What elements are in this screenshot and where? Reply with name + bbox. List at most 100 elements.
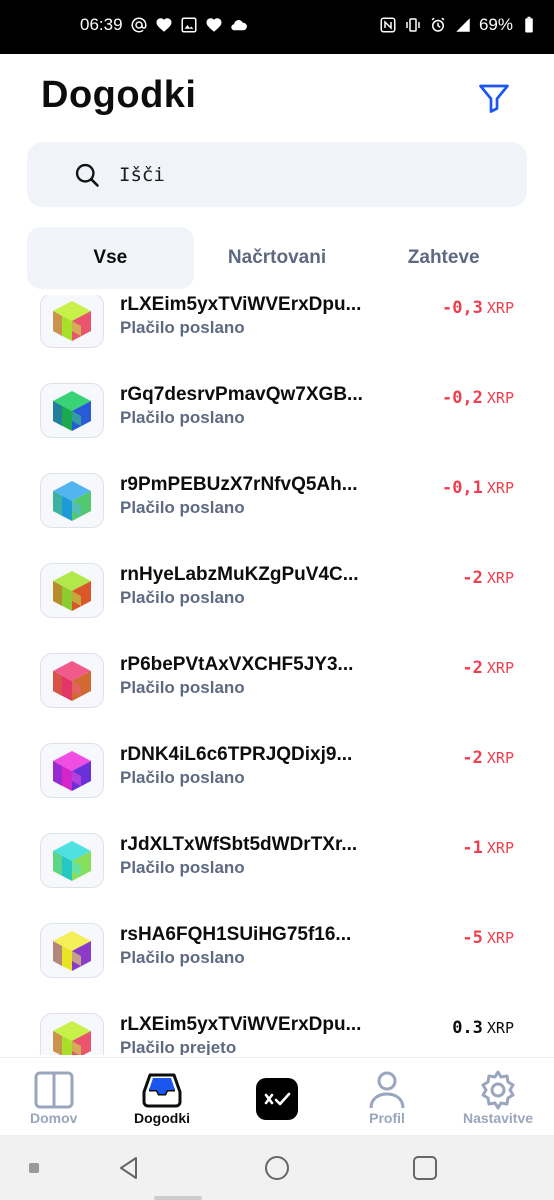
event-address: rLXEim5yxTViWVErxDpu... [120,295,362,315]
event-type: Plačilo poslano [120,858,245,877]
event-type: Plačilo poslano [120,498,245,517]
page-title: Dogodki [41,74,197,116]
gear-icon [481,1070,515,1110]
home-button-icon[interactable] [264,1155,290,1181]
nav-settings-label: Nastavitve [463,1110,534,1126]
list-item[interactable]: rLXEim5yxTViWVErxDpu... Plačilo prejeto … [0,995,554,1055]
status-time: 06:39 [80,15,123,34]
avatar [40,923,104,978]
amount-value: -2 [462,658,483,678]
event-type: Plačilo poslano [120,948,245,967]
event-list[interactable]: rLXEim5yxTViWVErxDpu... Plačilo poslano … [0,295,554,1055]
amount-value: -5 [462,928,483,948]
search-input[interactable] [119,160,499,190]
tab-all[interactable]: Vse [27,227,194,289]
amount-value: 0.3 [452,1018,483,1038]
list-item[interactable]: rsHA6FQH1SUiHG75f16... Plačilo poslano -… [0,905,554,995]
amount-value: -1 [462,838,483,858]
xapp-button[interactable] [256,1078,298,1120]
system-nav-bar [0,1135,554,1200]
hashicon-icon [53,930,91,971]
nav-events[interactable]: Dogodki [134,1070,190,1126]
event-address: rLXEim5yxTViWVErxDpu... [120,1014,362,1035]
list-item[interactable]: rLXEim5yxTViWVErxDpu... Plačilo poslano … [0,295,554,365]
avatar [40,743,104,798]
search-box[interactable] [27,142,527,207]
tab-scheduled[interactable]: Načrtovani [194,227,361,289]
event-address: rP6bePVtAxVXCHF5JY3... [120,654,354,675]
event-address: rsHA6FQH1SUiHG75f16... [120,924,352,945]
search-icon [73,161,101,189]
hashicon-icon [53,390,91,431]
hashicon-icon [53,750,91,791]
battery-level: 69% [478,15,513,34]
avatar [40,653,104,708]
nav-home[interactable]: Domov [30,1070,77,1126]
avatar [40,833,104,888]
amount-value: -0,2 [441,388,483,408]
avatar [40,383,104,438]
overview-icon[interactable] [412,1155,438,1181]
status-left: 06:39 [80,15,248,35]
amount-currency: XRP [486,569,514,587]
tab-bar: Vse Načrtovani Zahteve [27,227,527,289]
tab-requests[interactable]: Zahteve [360,227,527,289]
hashicon-icon [53,570,91,611]
profile-icon [369,1071,405,1109]
event-address: rJdXLTxWfSbt5dWDrTXr... [120,834,358,855]
battery-icon [520,16,538,34]
list-item[interactable]: rDNK4iL6c6TPRJQDixj9... Plačilo poslano … [0,725,554,815]
avatar [40,473,104,528]
amount-currency: XRP [486,299,514,317]
amount-currency: XRP [486,389,514,407]
event-type: Plačilo poslano [120,408,245,427]
hashicon-icon [53,300,91,341]
event-amount: -0,1 XRP [442,478,514,498]
list-item[interactable]: rP6bePVtAxVXCHF5JY3... Plačilo poslano -… [0,635,554,725]
event-amount: -2 XRP [462,568,514,588]
event-type: Plačilo poslano [120,588,245,607]
nav-profile-label: Profil [369,1110,405,1126]
list-item[interactable]: rJdXLTxWfSbt5dWDrTXr... Plačilo poslano … [0,815,554,905]
amount-currency: XRP [486,479,514,497]
heart-icon [205,16,223,34]
event-amount: -0,3 XRP [442,298,514,318]
cloud-icon [230,16,248,34]
event-address: rnHyeLabzMuKZgPuV4C... [120,564,359,585]
filter-button[interactable] [474,78,514,118]
nfc-icon [379,16,397,34]
heart-icon [155,16,173,34]
event-address: rDNK4iL6c6TPRJQDixj9... [120,744,353,765]
amount-currency: XRP [486,1019,514,1037]
back-icon[interactable] [116,1155,142,1181]
event-amount: -2 XRP [462,748,514,768]
hashicon-icon [53,480,91,521]
list-item[interactable]: r9PmPEBUzX7rNfvQ5Ah... Plačilo poslano -… [0,455,554,545]
event-amount: -5 XRP [462,928,514,948]
amount-currency: XRP [486,929,514,947]
alarm-icon [429,16,447,34]
bottom-nav: Domov Dogodki Profil Nastavitve [0,1057,554,1135]
event-amount: -0,2 XRP [442,388,514,408]
event-amount: -2 XRP [462,658,514,678]
home-icon [34,1071,74,1109]
hashicon-icon [53,840,91,881]
nav-profile[interactable]: Profil [366,1070,408,1126]
avatar [40,295,104,348]
avatar [40,563,104,618]
hashicon-icon [53,1020,91,1055]
event-address: r9PmPEBUzX7rNfvQ5Ah... [120,474,358,495]
image-icon [180,16,198,34]
amount-currency: XRP [486,839,514,857]
list-item[interactable]: rGq7desrvPmavQw7XGB... Plačilo poslano -… [0,365,554,455]
amount-value: -2 [462,748,483,768]
amount-value: -0,3 [441,298,483,318]
at-icon [130,16,148,34]
recents-dot-icon[interactable] [28,1162,40,1174]
amount-currency: XRP [486,749,514,767]
avatar [40,1013,104,1055]
hashicon-icon [53,660,91,701]
nav-settings[interactable]: Nastavitve [463,1070,533,1126]
list-item[interactable]: rnHyeLabzMuKZgPuV4C... Plačilo poslano -… [0,545,554,635]
event-type: Plačilo prejeto [120,1038,237,1055]
